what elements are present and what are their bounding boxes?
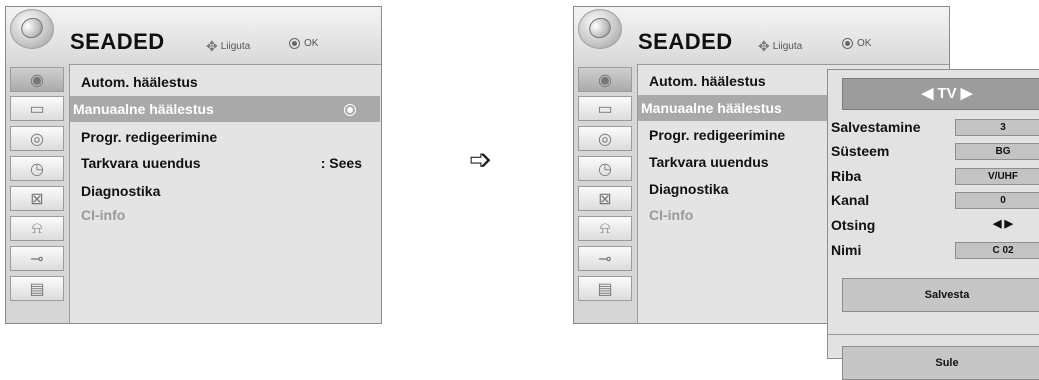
search-row: Otsing ◀ ▶: [831, 214, 1039, 236]
speaker-icon[interactable]: ◎: [578, 126, 632, 151]
name-value[interactable]: C 02: [955, 242, 1039, 259]
satellite-icon[interactable]: ◉: [578, 67, 632, 92]
search-arrows[interactable]: ◀ ▶: [955, 217, 1039, 234]
padlock-icon[interactable]: ⍾: [10, 216, 64, 241]
band-row: Riba V/UHF: [831, 165, 1039, 187]
clapperboard-icon[interactable]: ▤: [10, 276, 64, 301]
channel-row: Kanal 0: [831, 189, 1039, 211]
connector-icon[interactable]: ⊸: [578, 246, 632, 271]
category-sidebar: ◉ ▭ ◎ ◷ ⊠ ⍾ ⊸ ▤: [574, 64, 638, 323]
ok-icon: [842, 38, 853, 49]
list-item[interactable]: Tarkvara uuendus: Sees: [70, 150, 380, 176]
menu-header: SEADED ✥ Liiguta OK: [574, 7, 949, 65]
speaker-icon[interactable]: ◎: [10, 126, 64, 151]
navigate-hint: ✥ Liiguta: [758, 38, 803, 54]
software-update-value: : Sees: [320, 155, 362, 171]
list-item[interactable]: Autom. häälestus: [70, 69, 380, 95]
satellite-logo-icon: [578, 9, 622, 49]
clock-icon[interactable]: ◷: [10, 156, 64, 181]
divider: [828, 334, 1039, 335]
close-button[interactable]: Sule: [842, 346, 1039, 380]
system-value[interactable]: BG: [955, 143, 1039, 160]
lock-schedule-icon[interactable]: ⊠: [578, 186, 632, 211]
clapperboard-icon[interactable]: ▤: [578, 276, 632, 301]
ok-hint: OK: [289, 38, 318, 49]
save-button[interactable]: Salvesta: [842, 278, 1039, 312]
channel-value[interactable]: 0: [955, 192, 1039, 209]
name-row: Nimi C 02: [831, 239, 1039, 261]
satellite-logo-icon: [10, 9, 54, 49]
satellite-icon[interactable]: ◉: [10, 67, 64, 92]
system-row: Süsteem BG: [831, 140, 1039, 162]
storage-value[interactable]: 3: [955, 119, 1039, 136]
monitor-icon[interactable]: ▭: [578, 96, 632, 121]
tv-selector[interactable]: ◀ TV ▶: [842, 78, 1039, 110]
padlock-icon[interactable]: ⍾: [578, 216, 632, 241]
next-step-arrow-icon: ➩: [469, 144, 493, 175]
storage-row: Salvestamine 3: [831, 116, 1039, 138]
menu-title: SEADED: [638, 29, 733, 54]
menu-header: SEADED ✥ Liiguta OK: [6, 7, 381, 65]
dpad-icon: ✥: [206, 38, 218, 54]
ok-icon: [344, 104, 356, 116]
list-item-disabled: CI-info: [81, 207, 126, 223]
list-item[interactable]: Progr. redigeerimine: [70, 124, 380, 150]
list-item-selected[interactable]: Manuaalne häälestus: [70, 96, 380, 122]
ok-icon: [289, 38, 300, 49]
list-item[interactable]: Diagnostika: [70, 178, 380, 204]
monitor-icon[interactable]: ▭: [10, 96, 64, 121]
list-item-selected[interactable]: Manuaalne häälestus: [638, 95, 838, 121]
band-value[interactable]: V/UHF: [955, 168, 1039, 185]
menu-title: SEADED: [70, 29, 165, 54]
clock-icon[interactable]: ◷: [578, 156, 632, 181]
connector-icon[interactable]: ⊸: [10, 246, 64, 271]
navigate-hint: ✥ Liiguta: [206, 38, 251, 54]
manual-tuning-popup: ◀ TV ▶ Salvestamine 3 Süsteem BG Riba V/UHF…: [827, 69, 1039, 380]
category-sidebar: ◉ ▭ ◎ ◷ ⊠ ⍾ ⊸ ▤: [6, 64, 70, 323]
ok-hint: OK: [842, 38, 871, 49]
settings-menu-left: SEADED ✥ Liiguta OK ◉ ▭ ◎ ◷ ⊠ ⍾ ⊸ ▤ Autom…: [5, 6, 382, 324]
dpad-icon: ✥: [758, 38, 770, 54]
lock-schedule-icon[interactable]: ⊠: [10, 186, 64, 211]
